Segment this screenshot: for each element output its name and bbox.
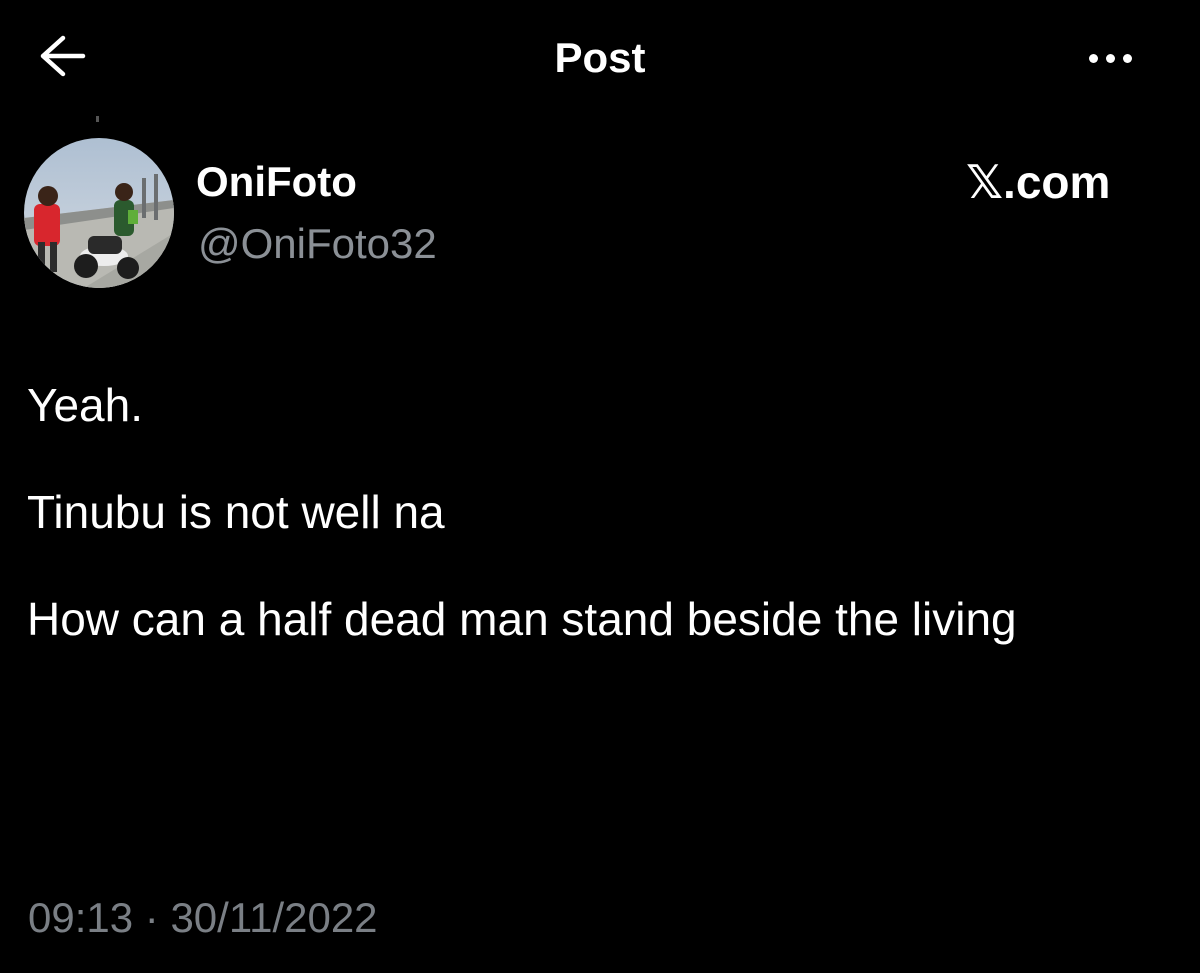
more-horizontal-icon [1088,53,1132,63]
post-paragraph: Yeah. [27,379,143,431]
post-time: 09:13 [28,894,134,941]
page-title: Post [554,34,646,81]
author-name[interactable]: OniFoto [196,154,357,210]
post-header: Post [0,0,1200,118]
avatar[interactable] [24,138,174,288]
post-timestamp[interactable]: 09:13 · 30/11/2022 [28,892,378,944]
post-paragraph: How can a half dead man stand beside the… [27,593,1017,645]
post-paragraph: Tinubu is not well na [27,486,445,538]
more-options-button[interactable] [1078,32,1142,84]
timestamp-separator: · [144,894,159,941]
divider-mark [96,116,99,122]
x-com-watermark: 𝕏.com [966,156,1111,208]
post-date: 30/11/2022 [170,894,378,941]
post-text: Yeah. Tinubu is not well na How can a ha… [27,374,1157,695]
avatar-photo [24,138,174,288]
author-handle[interactable]: @OniFoto32 [198,216,437,272]
